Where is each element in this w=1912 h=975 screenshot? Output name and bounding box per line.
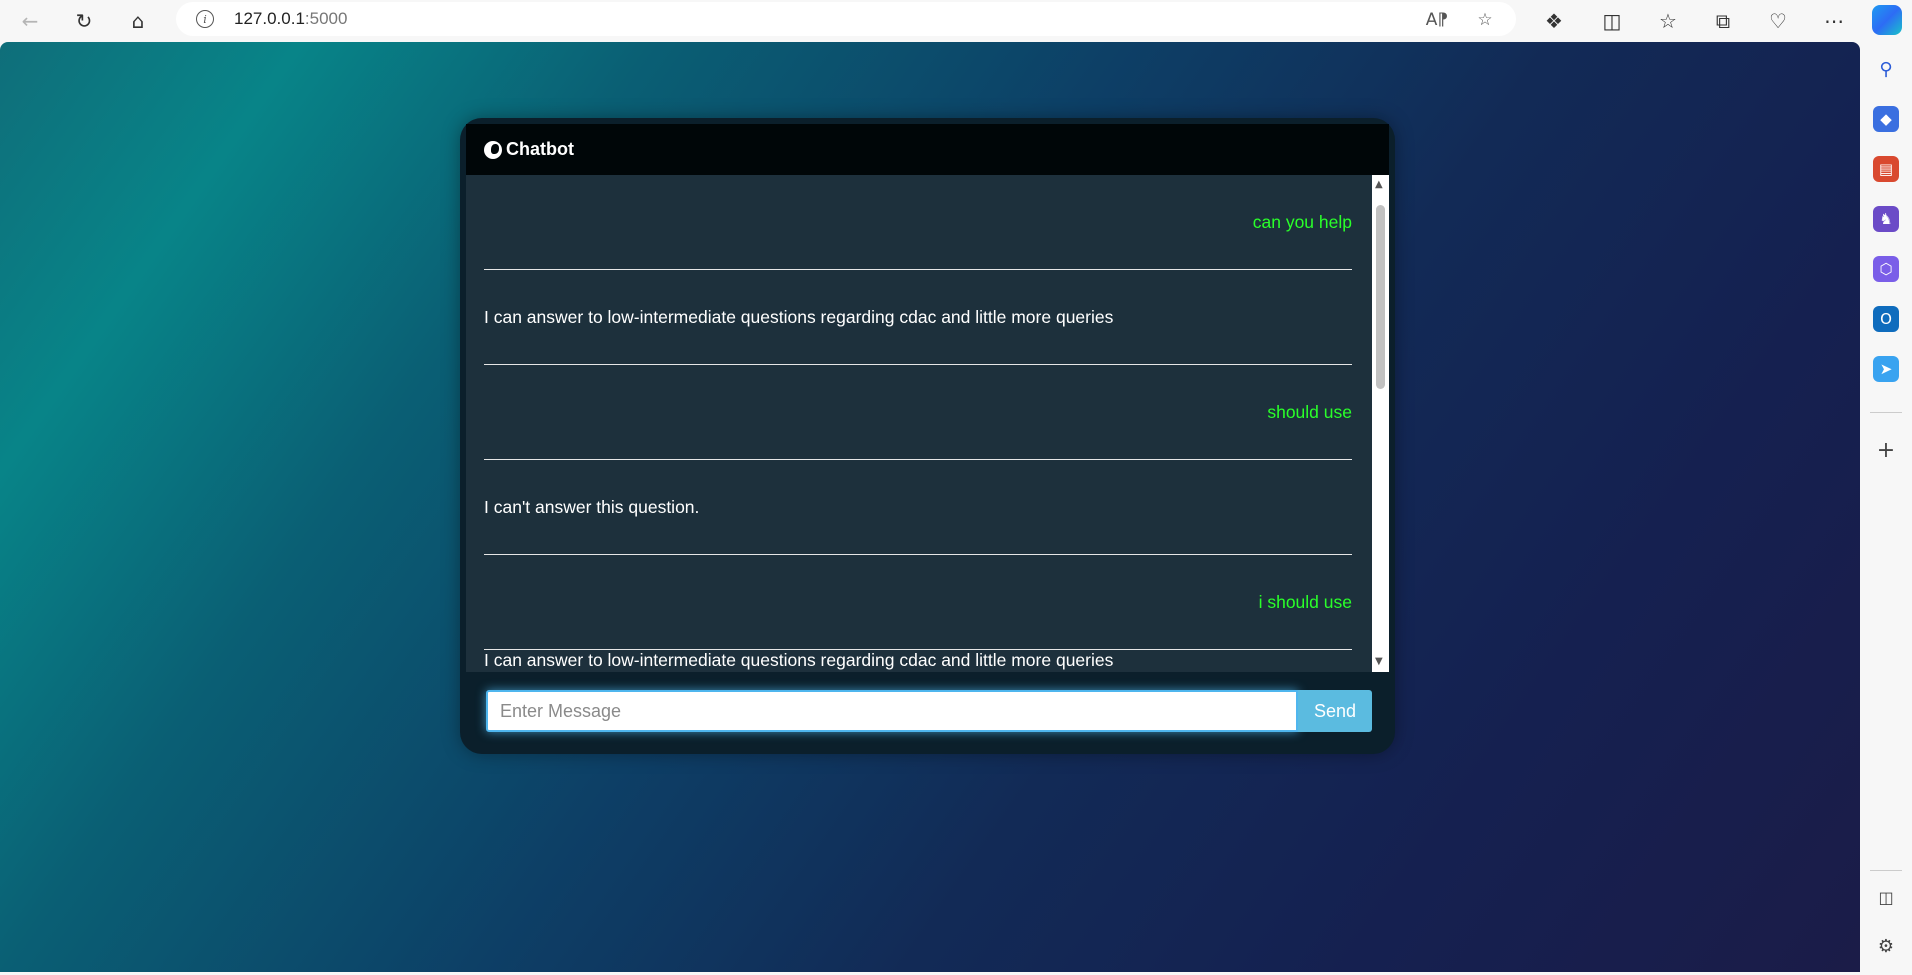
chat-header: Chatbot xyxy=(466,124,1389,175)
games-icon[interactable]: ♞ xyxy=(1873,206,1899,232)
puzzle-icon[interactable]: ❖ xyxy=(1538,6,1570,36)
read-aloud-icon[interactable]: A⁋ xyxy=(1424,7,1450,33)
shopping-tag-icon[interactable]: ◆ xyxy=(1873,106,1899,132)
browser-essentials-icon[interactable]: ♡ xyxy=(1762,6,1794,36)
address-bar[interactable]: i 127.0.0.1:5000 A⁋ ☆ xyxy=(176,2,1516,36)
back-arrow-icon[interactable]: ← xyxy=(14,6,46,36)
sidebar-toggle-icon[interactable]: ◫ xyxy=(1873,884,1899,910)
favorites-icon[interactable]: ☆ xyxy=(1652,6,1684,36)
url-text[interactable]: 127.0.0.1:5000 xyxy=(234,9,347,29)
browser-toolbar: ← ↻ ⌂ i 127.0.0.1:5000 A⁋ ☆ ❖ ◫ ☆ ⧉ ♡ ⋯ xyxy=(0,0,1912,42)
office-icon[interactable]: ⬡ xyxy=(1873,256,1899,282)
send-plane-icon[interactable]: ➤ xyxy=(1873,356,1899,382)
url-host: 127.0.0.1 xyxy=(234,9,305,28)
user-message: can you help xyxy=(484,175,1352,270)
scrollbar-thumb[interactable] xyxy=(1376,205,1385,389)
copilot-icon[interactable] xyxy=(1872,5,1902,35)
search-icon[interactable]: ⚲ xyxy=(1873,56,1899,82)
globe-icon xyxy=(484,140,502,159)
chat-title: Chatbot xyxy=(506,139,574,159)
bot-message: I can't answer this question. xyxy=(484,460,1352,555)
user-message: i should use xyxy=(484,555,1352,650)
home-icon[interactable]: ⌂ xyxy=(122,6,154,36)
collections-icon[interactable]: ⧉ xyxy=(1707,6,1739,36)
sidebar-divider xyxy=(1870,412,1902,413)
split-screen-icon[interactable]: ◫ xyxy=(1596,6,1628,36)
bot-message: I can answer to low-intermediate questio… xyxy=(484,650,1352,672)
message-input-row: Send xyxy=(486,690,1372,732)
bot-message: I can answer to low-intermediate questio… xyxy=(484,270,1352,365)
messages-area[interactable]: can you help I can answer to low-interme… xyxy=(466,175,1389,672)
more-icon[interactable]: ⋯ xyxy=(1818,6,1850,36)
scroll-up-icon[interactable]: ▲ xyxy=(1375,179,1383,190)
info-icon[interactable]: i xyxy=(196,10,214,28)
user-message: should use xyxy=(484,365,1352,460)
message-input[interactable] xyxy=(486,690,1298,732)
refresh-icon[interactable]: ↻ xyxy=(68,6,100,36)
url-port: :5000 xyxy=(304,9,348,28)
scroll-down-icon[interactable]: ▼ xyxy=(1375,656,1383,667)
page-viewport: Chatbot can you help I can answer to low… xyxy=(0,42,1860,972)
outlook-icon[interactable]: O xyxy=(1873,306,1899,332)
add-icon[interactable]: + xyxy=(1873,437,1899,463)
star-icon[interactable]: ☆ xyxy=(1472,7,1498,33)
sidebar-divider xyxy=(1870,870,1902,871)
chatbot-container: Chatbot can you help I can answer to low… xyxy=(460,118,1395,754)
send-button[interactable]: Send xyxy=(1298,690,1372,732)
tools-icon[interactable]: ▤ xyxy=(1873,156,1899,182)
browser-sidebar: ⚲ ◆ ▤ ♞ ⬡ O ➤ + ◫ ⚙ xyxy=(1860,42,1912,975)
settings-gear-icon[interactable]: ⚙ xyxy=(1873,933,1899,959)
messages-scrollbar[interactable]: ▲ ▼ xyxy=(1372,175,1389,672)
